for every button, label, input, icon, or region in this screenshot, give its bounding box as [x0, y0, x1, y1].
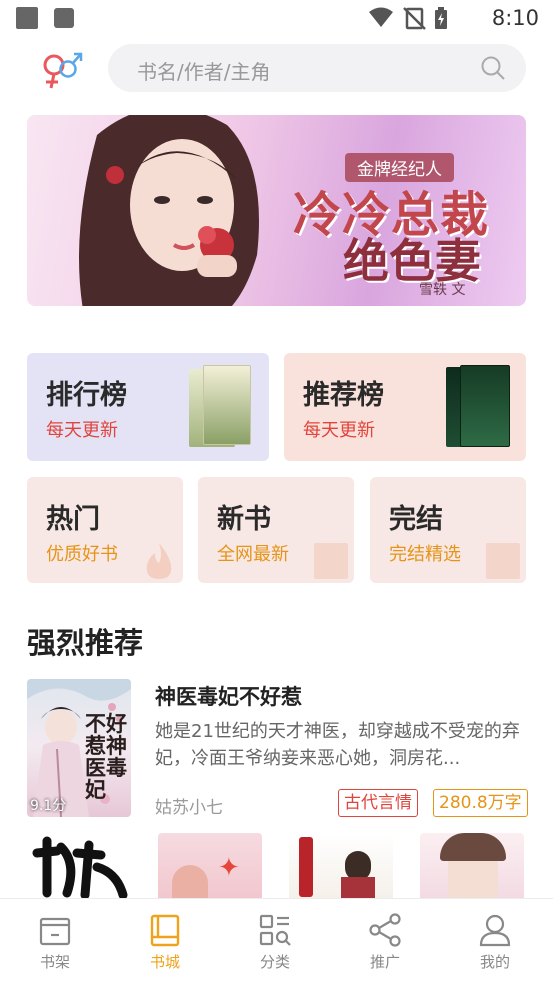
section-title: 强烈推荐 — [27, 626, 144, 660]
search-icon[interactable] — [480, 55, 506, 81]
completed-book-icon — [486, 543, 520, 579]
ranking-card-subtitle: 每天更新 — [46, 420, 118, 441]
ranking-card[interactable]: 排行榜 每天更新 — [27, 353, 269, 461]
book-score: 9.1分 — [30, 798, 67, 814]
thumbnail-brush — [299, 837, 313, 897]
completed-card-subtitle: 完结精选 — [389, 544, 461, 565]
book-thumbnail[interactable]: ✦ — [158, 833, 262, 903]
bottom-navigation: 书架 书城 分类 推广 我的 — [0, 898, 553, 983]
book-thumbnail[interactable] — [27, 833, 131, 903]
hot-card-subtitle: 优质好书 — [46, 544, 118, 565]
thumbnail-hair — [440, 833, 506, 861]
flame-icon — [146, 543, 172, 579]
new-books-card-title: 新书 — [217, 504, 271, 535]
bookstore-icon — [150, 914, 180, 947]
new-book-icon — [314, 543, 348, 579]
search-placeholder: 书名/作者/主角 — [137, 60, 271, 84]
book-cover-image — [460, 365, 510, 447]
book-cover-image — [203, 365, 251, 445]
book-title[interactable]: 神医毒妃不好惹 — [155, 681, 302, 711]
nav-bookshelf[interactable]: 书架 — [0, 899, 110, 983]
nav-category[interactable]: 分类 — [220, 899, 330, 983]
ranking-card-title: 排行榜 — [46, 380, 127, 411]
genre-badge: 古代言情 — [338, 789, 418, 817]
hot-category-card[interactable]: 热门 优质好书 — [27, 477, 183, 583]
status-bar: 8:10 — [0, 0, 553, 36]
thumbnail-decor: ✦ — [218, 853, 240, 883]
book-description: 她是21世纪的天才神医，却穿越成不受宠的弃妃，冷面王爷纳妾来恶心她，洞房花... — [155, 721, 520, 769]
recommend-card-subtitle: 每天更新 — [303, 420, 375, 441]
completed-card[interactable]: 完结 完结精选 — [370, 477, 526, 583]
nav-promote[interactable]: 推广 — [330, 899, 440, 983]
bookstore-page: 8:10 书名/作者/主角 金牌经纪人 冷冷总裁 绝色妻 雪轶 文 排行榜 每天… — [0, 0, 553, 983]
book-author: 姑苏小七 — [155, 798, 223, 818]
nav-bookstore[interactable]: 书城 — [110, 899, 220, 983]
promo-banner[interactable]: 金牌经纪人 冷冷总裁 绝色妻 雪轶 文 — [27, 115, 526, 306]
search-bar[interactable]: 书名/作者/主角 — [108, 44, 526, 92]
cover-title-text: 不好惹神医毒妃 — [85, 711, 127, 802]
book-thumbnail[interactable] — [289, 833, 393, 903]
profile-icon — [479, 914, 511, 947]
nav-label-category: 分类 — [259, 953, 290, 971]
nav-label-promote: 推广 — [369, 953, 400, 971]
recommend-card-title: 推荐榜 — [303, 380, 384, 411]
nav-profile[interactable]: 我的 — [440, 899, 550, 983]
share-icon — [369, 913, 401, 947]
notification-icon — [54, 8, 74, 28]
nav-label-bookstore: 书城 — [149, 953, 180, 971]
notification-icon — [16, 7, 38, 29]
new-books-card[interactable]: 新书 全网最新 — [198, 477, 354, 583]
status-time: 8:10 — [491, 6, 539, 30]
completed-card-title: 完结 — [389, 504, 443, 535]
book-thumbnail[interactable] — [420, 833, 524, 903]
recommend-rank-card[interactable]: 推荐榜 每天更新 — [284, 353, 526, 461]
gender-switch-icon[interactable] — [38, 50, 84, 90]
new-books-card-subtitle: 全网最新 — [217, 544, 289, 565]
system-status-icons — [369, 7, 447, 30]
banner-author: 雪轶 文 — [419, 282, 466, 298]
nav-label-profile: 我的 — [479, 953, 510, 971]
bookshelf-icon — [39, 917, 71, 946]
calligraphy-cover-icon — [32, 836, 128, 900]
hot-card-title: 热门 — [46, 504, 100, 535]
wifi-icon — [369, 7, 393, 27]
recommended-book-cover[interactable]: 不好惹神医毒妃 9.1分 — [27, 679, 131, 817]
nav-label-bookshelf: 书架 — [39, 953, 70, 971]
word-count-badge: 280.8万字 — [433, 789, 528, 817]
category-icon — [259, 914, 291, 946]
banner-girl-illustration — [79, 115, 259, 306]
